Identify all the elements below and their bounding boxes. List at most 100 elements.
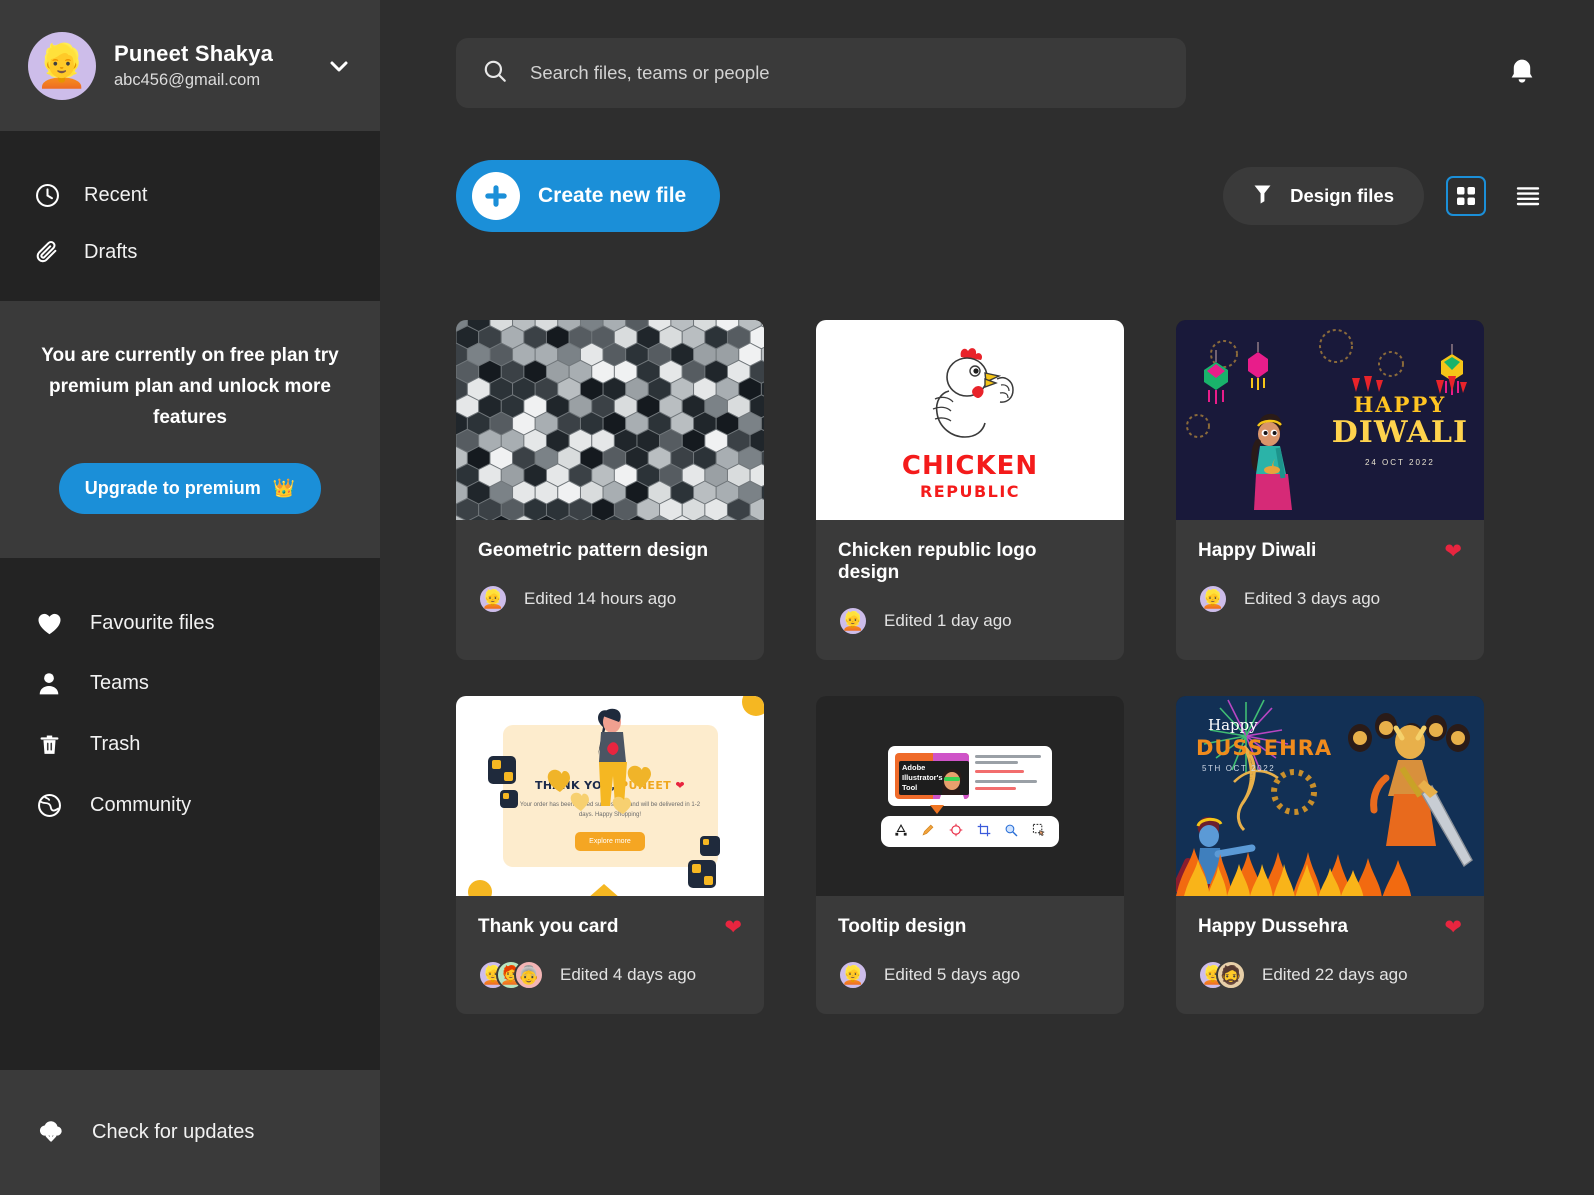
thank-you-headline: THANK YOU, PUNEET ❤ <box>517 779 704 792</box>
file-title: Chicken republic logo design <box>838 540 1037 583</box>
file-title: Thank you card <box>478 916 619 937</box>
avatar: 👱 <box>1198 584 1228 614</box>
file-thumbnail-happy-diwali: HAPPY DIWALI 24 OCT 2022 <box>1176 320 1484 520</box>
file-card-body: Thank you card ❤ 👱 🧑‍🦰 👵 <box>456 896 764 1014</box>
diwali-title-block: HAPPY DIWALI 24 OCT 2022 <box>1332 392 1468 467</box>
favourite-heart-icon[interactable]: ❤ <box>1444 541 1462 562</box>
avatar-emoji: 🧔 <box>1219 965 1243 985</box>
file-thumbnail-geometric-pattern <box>456 320 764 520</box>
file-card-body: Chicken republic logo design 👱 Edited 1 … <box>816 520 1124 660</box>
rooster-illustration <box>932 347 1014 438</box>
file-card-meta: 👱 🧔 Edited 22 days ago <box>1198 960 1462 990</box>
zoom-icon[interactable] <box>1004 823 1018 840</box>
file-edited-time: Edited 14 hours ago <box>524 589 677 608</box>
file-title: Happy Dussehra <box>1198 916 1348 937</box>
sidebar-item-recent[interactable]: Recent <box>0 167 380 224</box>
sidebar-nav-bottom: Favourite files Teams Trash Community <box>0 558 380 1070</box>
collaborator-avatars: 👱 <box>838 606 868 636</box>
collaborator-avatars: 👱 <box>838 960 868 990</box>
tooltip-toolbar <box>881 815 1059 847</box>
pencil-icon[interactable] <box>921 823 935 840</box>
file-card[interactable]: THANK YOU, PUNEET ❤ Your order has been … <box>456 696 764 1014</box>
file-card-meta: 👱 🧑‍🦰 👵 Edited 4 days ago <box>478 960 742 990</box>
tooltip-artwork: Adobe Illustrator's Pen Tool <box>816 696 1124 896</box>
file-card-title-row: Happy Diwali ❤ <box>1198 540 1462 562</box>
file-card-meta: 👱 Edited 5 days ago <box>838 960 1102 990</box>
search-icon <box>482 58 508 89</box>
file-edited-time: Edited 5 days ago <box>884 965 1021 984</box>
file-card[interactable]: HAPPY DIWALI 24 OCT 2022 Happy Diwali ❤ <box>1176 320 1484 660</box>
sidebar-item-drafts[interactable]: Drafts <box>0 224 380 281</box>
file-card[interactable]: Geometric pattern design 👱 Edited 14 hou… <box>456 320 764 660</box>
file-card-title-row: Tooltip design <box>838 916 1102 938</box>
tooltip-image: Adobe Illustrator's Pen Tool <box>895 752 969 799</box>
sidebar-item-community[interactable]: Community <box>0 775 380 836</box>
pen-tool-icon[interactable] <box>894 823 908 840</box>
file-edited-time: Edited 3 days ago <box>1244 589 1381 608</box>
dussehra-line2: DUSSEHRA <box>1196 736 1333 760</box>
diwali-line2: DIWALI <box>1331 415 1468 450</box>
list-view-icon[interactable] <box>1508 176 1548 216</box>
favourite-heart-icon[interactable]: ❤ <box>724 917 742 938</box>
file-edited-time: Edited 4 days ago <box>560 965 697 984</box>
chicken-logo-line1: CHICKEN <box>901 450 1039 481</box>
sidebar-item-label: Recent <box>84 184 148 206</box>
grid-view-icon[interactable] <box>1446 176 1486 216</box>
profile-header[interactable]: 👱 Puneet Shakya abc456@gmail.com <box>0 0 380 131</box>
thank-you-body: Your order has been placed successfully … <box>519 802 701 818</box>
upgrade-button-label: Upgrade to premium <box>84 478 261 499</box>
file-card[interactable]: CHICKEN REPUBLIC Chicken republic logo d… <box>816 320 1124 660</box>
anchor-point-icon[interactable] <box>949 823 963 840</box>
sidebar-item-trash[interactable]: Trash <box>0 714 380 775</box>
crop-icon[interactable] <box>977 823 991 840</box>
design-files-filter-button[interactable]: Design files <box>1223 167 1424 225</box>
chevron-down-icon[interactable] <box>326 54 352 78</box>
avatar-emoji: 👱 <box>841 965 865 985</box>
selection-tool-icon[interactable] <box>1032 823 1046 840</box>
profile-text: Puneet Shakya abc456@gmail.com <box>114 41 308 90</box>
file-card-meta: 👱 Edited 1 day ago <box>838 606 1102 636</box>
sidebar-nav-top: Recent Drafts <box>0 131 380 301</box>
chicken-republic-artwork: CHICKEN REPUBLIC <box>816 320 1124 520</box>
file-card-meta: 👱 Edited 3 days ago <box>1198 584 1462 614</box>
collaborator-avatars: 👱 🧑‍🦰 👵 <box>478 960 544 990</box>
search-input[interactable] <box>530 62 1160 84</box>
avatar: 👱 <box>838 606 868 636</box>
clock-icon <box>32 182 62 209</box>
upgrade-to-premium-button[interactable]: Upgrade to premium 👑 <box>58 463 322 515</box>
diwali-line1: HAPPY <box>1353 392 1447 417</box>
diwali-date: 24 OCT 2022 <box>1364 458 1435 467</box>
file-thumbnail-thank-you-card: THANK YOU, PUNEET ❤ Your order has been … <box>456 696 764 896</box>
avatar-emoji: 👵 <box>517 965 541 985</box>
dussehra-artwork: Happy DUSSEHRA 5TH OCT 2022 <box>1176 696 1484 896</box>
avatar-emoji: 👱 <box>481 589 505 609</box>
globe-icon <box>34 792 64 819</box>
cloud-download-icon <box>36 1115 66 1150</box>
file-title: Happy Diwali <box>1198 540 1317 561</box>
sidebar-item-teams[interactable]: Teams <box>0 653 380 714</box>
create-new-file-button[interactable]: Create new file <box>456 160 721 232</box>
check-for-updates-button[interactable]: Check for updates <box>0 1070 380 1195</box>
search-bar[interactable] <box>456 38 1186 108</box>
notification-bell-icon[interactable] <box>1500 51 1544 95</box>
file-card-title-row: Chicken republic logo design <box>838 540 1102 584</box>
file-card[interactable]: Adobe Illustrator's Pen Tool Tooltip des… <box>816 696 1124 1014</box>
file-card[interactable]: Happy DUSSEHRA 5TH OCT 2022 Happy Dusseh… <box>1176 696 1484 1014</box>
avatar: 👱 <box>478 584 508 614</box>
top-bar <box>380 0 1594 108</box>
person-icon <box>34 670 64 697</box>
collaborator-avatars: 👱 <box>1198 584 1228 614</box>
funnel-icon <box>1253 183 1272 210</box>
sidebar-item-label: Trash <box>90 733 141 756</box>
avatar-emoji: 👱 <box>841 611 865 631</box>
action-bar: Create new file Design files <box>380 108 1594 232</box>
file-card-title-row: Happy Dussehra ❤ <box>1198 916 1462 938</box>
sidebar-item-label: Drafts <box>84 241 138 263</box>
tooltip-text-block <box>975 753 1045 799</box>
sidebar-item-favourite-files[interactable]: Favourite files <box>0 594 380 653</box>
favourite-heart-icon[interactable]: ❤ <box>1444 917 1462 938</box>
explore-more-button[interactable]: Explore more <box>575 831 645 851</box>
paperclip-icon <box>32 239 62 266</box>
file-card-body: Happy Dussehra ❤ 👱 🧔 Edited 22 days ago <box>1176 896 1484 1014</box>
collaborator-avatars: 👱 <box>478 584 508 614</box>
